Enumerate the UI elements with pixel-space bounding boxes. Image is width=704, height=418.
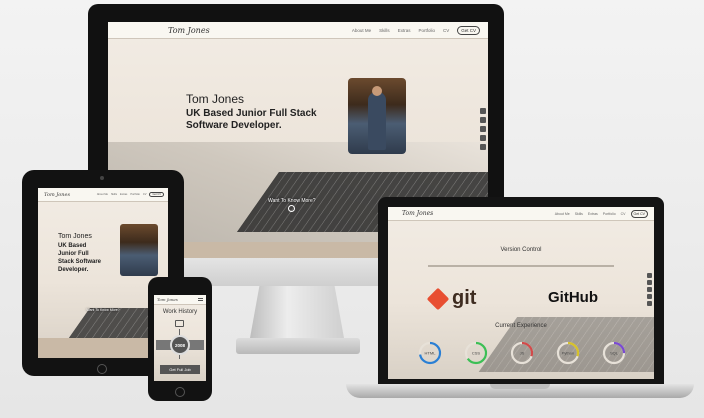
github-icon[interactable]: [480, 126, 486, 132]
hero-tagline-line-1: UK Based: [58, 243, 87, 249]
version-control-text: [428, 265, 614, 267]
get-cv-button[interactable]: Get CV: [630, 209, 648, 218]
twitter-icon[interactable]: [647, 294, 652, 299]
nav-link-portfolio[interactable]: Portfolio: [603, 212, 616, 216]
nav-links: About Me Skills Extras Portfolio CV Get …: [352, 25, 480, 35]
gauge-python-label: Python: [562, 351, 574, 356]
menu-icon[interactable]: [198, 298, 203, 301]
hero-tagline-line-3: Stack Software: [58, 259, 102, 265]
imac-stand-neck: [250, 286, 344, 338]
nav-link-skills[interactable]: Skills: [379, 28, 390, 33]
tablet-home-button: [97, 364, 107, 374]
profile-photo: [348, 78, 406, 154]
gauge-sql-label: SQL: [610, 351, 619, 356]
laptop-screen: Tom Jones About Me Skills Extras Portfol…: [388, 207, 654, 379]
github-icon[interactable]: [647, 287, 652, 292]
phone-screen: Tom Jones Work History 2008 Get Full Job: [154, 295, 206, 381]
get-cv-button[interactable]: Get CV: [149, 192, 164, 197]
nav-link-extras[interactable]: Extras: [398, 28, 411, 33]
profile-photo: [120, 224, 158, 276]
nav-link-about[interactable]: About Me: [555, 212, 570, 216]
hero-tagline-line-2: Software Developer.: [186, 120, 282, 131]
site-logo[interactable]: Tom Jones: [402, 210, 433, 217]
navbar: Tom Jones: [154, 295, 206, 305]
git-logo-text: git: [452, 287, 477, 309]
email-icon[interactable]: [647, 301, 652, 306]
hero-tagline-line-1: UK Based Junior Full Stack: [186, 108, 317, 119]
hero-tagline-line-4: Developer.: [58, 267, 89, 273]
current-experience-title: Current Experience: [495, 323, 547, 329]
tablet-camera: [100, 176, 104, 180]
nav-link-skills[interactable]: Skills: [111, 193, 117, 196]
scroll-prompt-label: Want To Know More?: [268, 198, 316, 204]
nav-link-skills[interactable]: Skills: [575, 212, 583, 216]
phone-home-button: [175, 387, 185, 397]
site-logo[interactable]: Tom Jones: [157, 297, 178, 302]
timeline-year-badge: 2008: [170, 335, 190, 355]
github-logo-text: GitHub: [548, 289, 598, 306]
nav-link-cv[interactable]: CV: [143, 193, 147, 196]
hero-name: Tom Jones: [186, 92, 245, 106]
work-history-briefcase-icon: [175, 320, 184, 327]
nav-link-portfolio[interactable]: Portfolio: [418, 28, 435, 33]
laptop-notch: [490, 384, 550, 389]
gauge-html-label: HTML: [425, 351, 437, 356]
nav-link-about[interactable]: About Me: [97, 193, 108, 196]
email-icon[interactable]: [480, 144, 486, 150]
facebook-icon[interactable]: [480, 108, 486, 114]
twitter-icon[interactable]: [480, 135, 486, 141]
scroll-prompt[interactable]: Want To Know More?: [268, 198, 316, 212]
nav-link-extras[interactable]: Extras: [120, 193, 127, 196]
nav-link-cv[interactable]: CV: [443, 28, 449, 33]
version-control-title: Version Control: [500, 247, 542, 253]
experience-gauges: HTML CSS JS Python SQL: [418, 341, 626, 365]
git-diamond-icon: [426, 287, 450, 310]
site-logo[interactable]: Tom Jones: [168, 26, 210, 35]
imac-stand-foot: [236, 338, 360, 354]
git-logo: git: [426, 287, 477, 310]
gauge-css-label: CSS: [472, 351, 481, 356]
site-logo[interactable]: Tom Jones: [44, 192, 70, 198]
navbar: Tom Jones About Me Skills Extras Portfol…: [38, 188, 168, 202]
profile-photo-figure: [368, 92, 386, 150]
hero-tagline-line-2: Junior Full: [58, 251, 89, 257]
navbar: Tom Jones About Me Skills Extras Portfol…: [388, 207, 654, 221]
get-cv-button[interactable]: Get CV: [457, 25, 480, 35]
profile-photo-head: [372, 86, 382, 96]
nav-link-portfolio[interactable]: Portfolio: [130, 193, 140, 196]
nav-links: About Me Skills Extras Portfolio CV Get …: [555, 209, 648, 218]
linkedin-icon[interactable]: [647, 280, 652, 285]
gauge-js-label: JS: [520, 351, 525, 356]
nav-links: About Me Skills Extras Portfolio CV Get …: [97, 192, 164, 197]
facebook-icon[interactable]: [647, 273, 652, 278]
social-links: [480, 108, 486, 150]
nav-link-about[interactable]: About Me: [352, 28, 371, 33]
nav-link-cv[interactable]: CV: [621, 212, 626, 216]
nav-link-extras[interactable]: Extras: [588, 212, 598, 216]
work-history-title: Work History: [162, 309, 198, 315]
full-job-button[interactable]: Get Full Job: [160, 365, 200, 374]
social-links: [647, 273, 652, 306]
hero-name: Tom Jones: [58, 233, 92, 240]
chevron-down-icon: [288, 205, 296, 212]
linkedin-icon[interactable]: [480, 117, 486, 123]
navbar: Tom Jones About Me Skills Extras Portfol…: [108, 22, 488, 39]
timeline-year: 2008: [174, 342, 185, 348]
